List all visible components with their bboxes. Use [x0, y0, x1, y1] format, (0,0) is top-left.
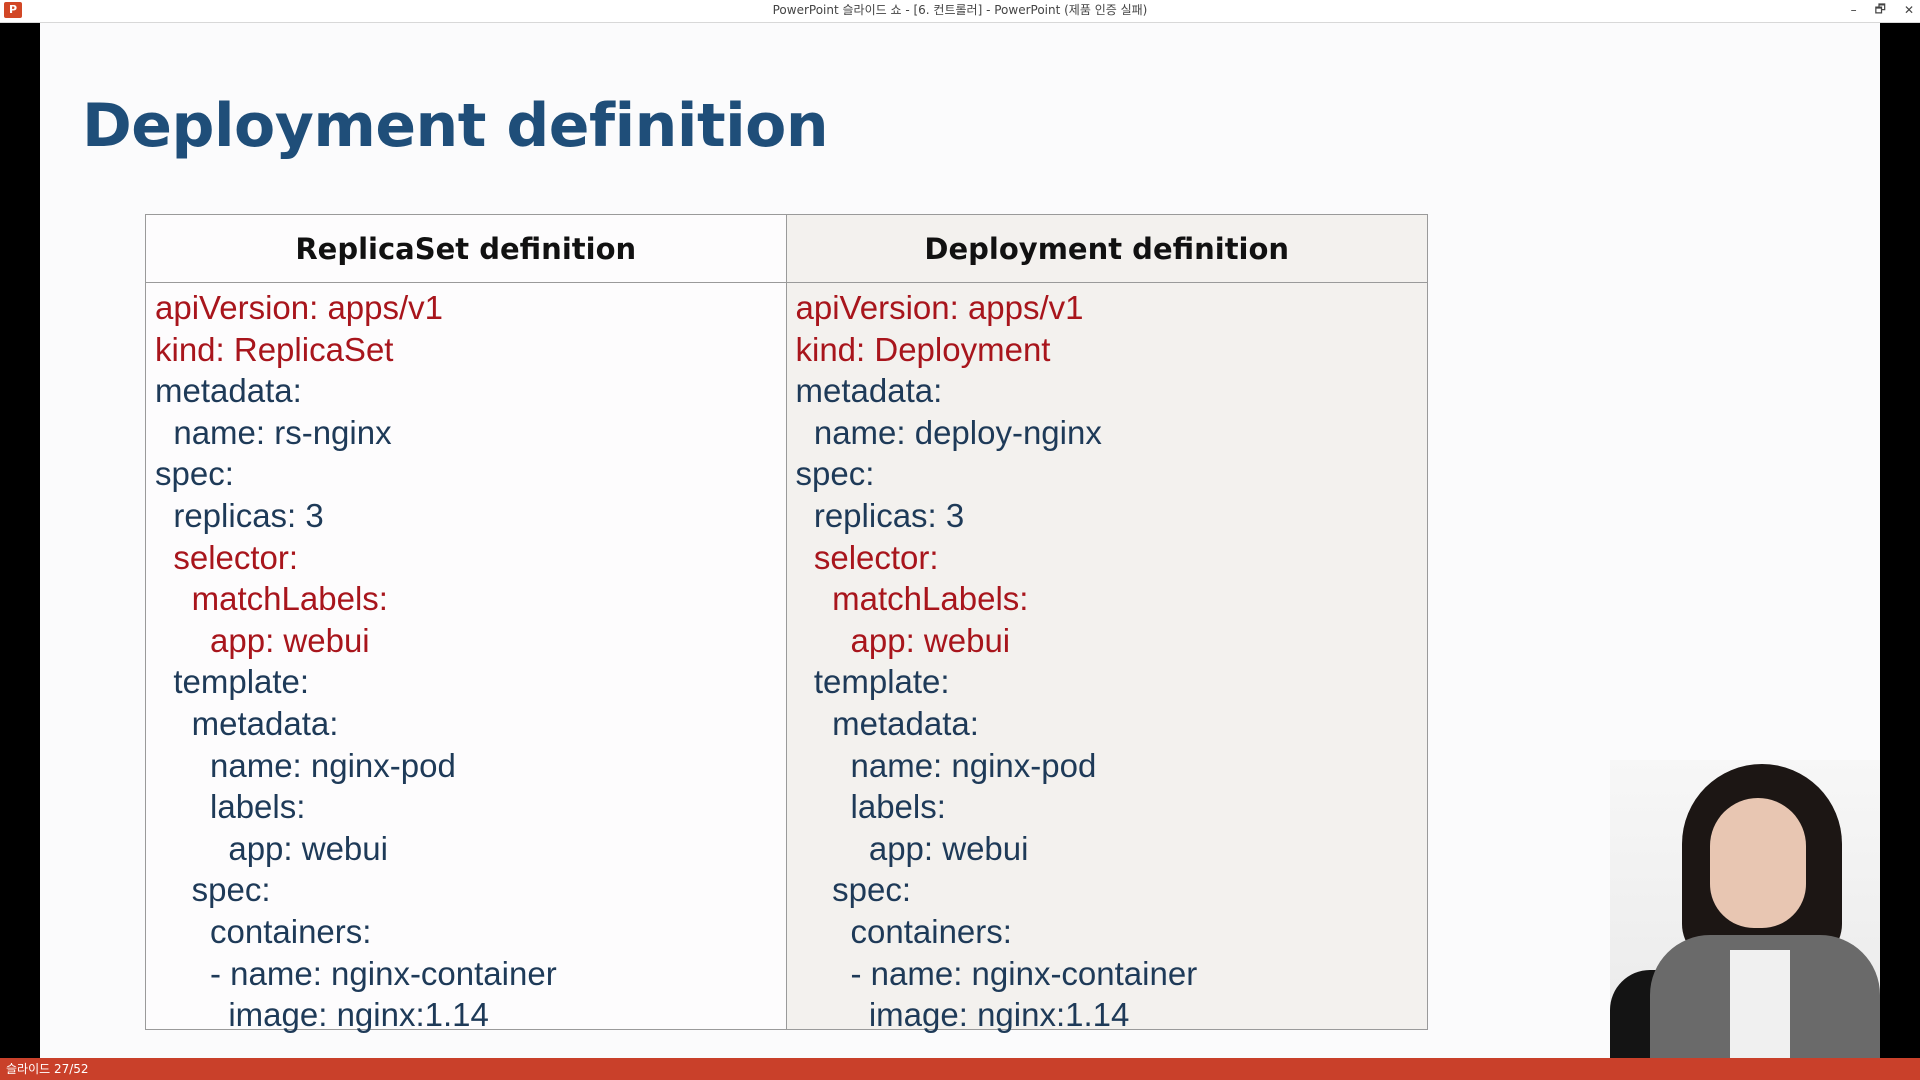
yaml-line: - name: nginx-container — [155, 954, 557, 992]
yaml-line: app: webui — [795, 621, 1011, 659]
yaml-line: - name: nginx-container — [795, 954, 1198, 992]
yaml-line: spec: — [155, 455, 234, 493]
slide-canvas[interactable]: Deployment definition ReplicaSet definit… — [40, 23, 1880, 1058]
yaml-line: matchLabels: — [155, 580, 388, 618]
close-icon[interactable]: ✕ — [1904, 3, 1914, 17]
yaml-line: replicas: 3 — [155, 496, 324, 534]
slideshow-statusbar: 슬라이드 27/52 — [0, 1058, 1920, 1080]
yaml-line: app: webui — [795, 829, 1029, 867]
yaml-line: name: nginx-pod — [155, 746, 456, 784]
minimize-icon[interactable]: – — [1851, 3, 1857, 17]
yaml-line: matchLabels: — [795, 580, 1029, 618]
yaml-line: labels: — [155, 788, 306, 826]
slide-counter: 슬라이드 27/52 — [6, 1062, 89, 1076]
yaml-line: metadata: — [795, 372, 943, 410]
comparison-table: ReplicaSet definition apiVersion: apps/v… — [145, 214, 1428, 1033]
yaml-line: containers: — [795, 912, 1012, 950]
yaml-line: kind: Deployment — [795, 330, 1051, 368]
yaml-line: apiVersion: apps/v1 — [795, 289, 1084, 326]
yaml-line: spec: — [155, 871, 271, 909]
presenter-face — [1710, 798, 1806, 928]
yaml-line: template: — [795, 663, 950, 701]
window-titlebar: P PowerPoint 슬라이드 쇼 - [6. 컨트롤러] - PowerP… — [0, 0, 1920, 23]
yaml-line: app: webui — [155, 621, 370, 659]
window-title: PowerPoint 슬라이드 쇼 - [6. 컨트롤러] - PowerPoi… — [772, 3, 1148, 17]
yaml-line: labels: — [795, 788, 946, 826]
yaml-line: name: rs-nginx — [155, 413, 392, 451]
yaml-line: metadata: — [795, 704, 979, 742]
yaml-line: name: nginx-pod — [795, 746, 1097, 784]
yaml-line: kind: ReplicaSet — [155, 330, 394, 368]
replicaset-header: ReplicaSet definition — [146, 215, 786, 283]
restore-icon[interactable]: 🗗 — [1875, 0, 1886, 21]
replicaset-column: ReplicaSet definition apiVersion: apps/v… — [146, 215, 787, 1033]
window-controls: – 🗗 ✕ — [1851, 0, 1914, 20]
deployment-yaml: apiVersion: apps/v1 kind: Deployment metad… — [787, 283, 1428, 1036]
replicaset-yaml: apiVersion: apps/v1 kind: ReplicaSet metad… — [146, 283, 786, 1036]
yaml-line: spec: — [795, 871, 912, 909]
presenter-shirt — [1730, 950, 1790, 1058]
presenter-video — [1610, 760, 1880, 1058]
yaml-line: template: — [155, 663, 310, 701]
deployment-header: Deployment definition — [786, 215, 1427, 283]
yaml-line: image: nginx:1.14 — [795, 996, 1130, 1034]
yaml-line: app: webui — [155, 829, 388, 867]
yaml-line: spec: — [795, 455, 875, 493]
yaml-line: metadata: — [155, 372, 302, 410]
yaml-line: selector: — [155, 538, 299, 576]
yaml-line: metadata: — [155, 704, 339, 742]
slide-title: Deployment definition — [82, 91, 829, 161]
yaml-line: image: nginx:1.14 — [155, 996, 489, 1034]
yaml-line: containers: — [155, 912, 372, 950]
yaml-line: replicas: 3 — [795, 496, 965, 534]
deployment-column: Deployment definition apiVersion: apps/v… — [786, 215, 1427, 1033]
yaml-line: selector: — [795, 538, 939, 576]
yaml-line: name: deploy-nginx — [795, 413, 1102, 451]
yaml-line: apiVersion: apps/v1 — [155, 289, 444, 326]
